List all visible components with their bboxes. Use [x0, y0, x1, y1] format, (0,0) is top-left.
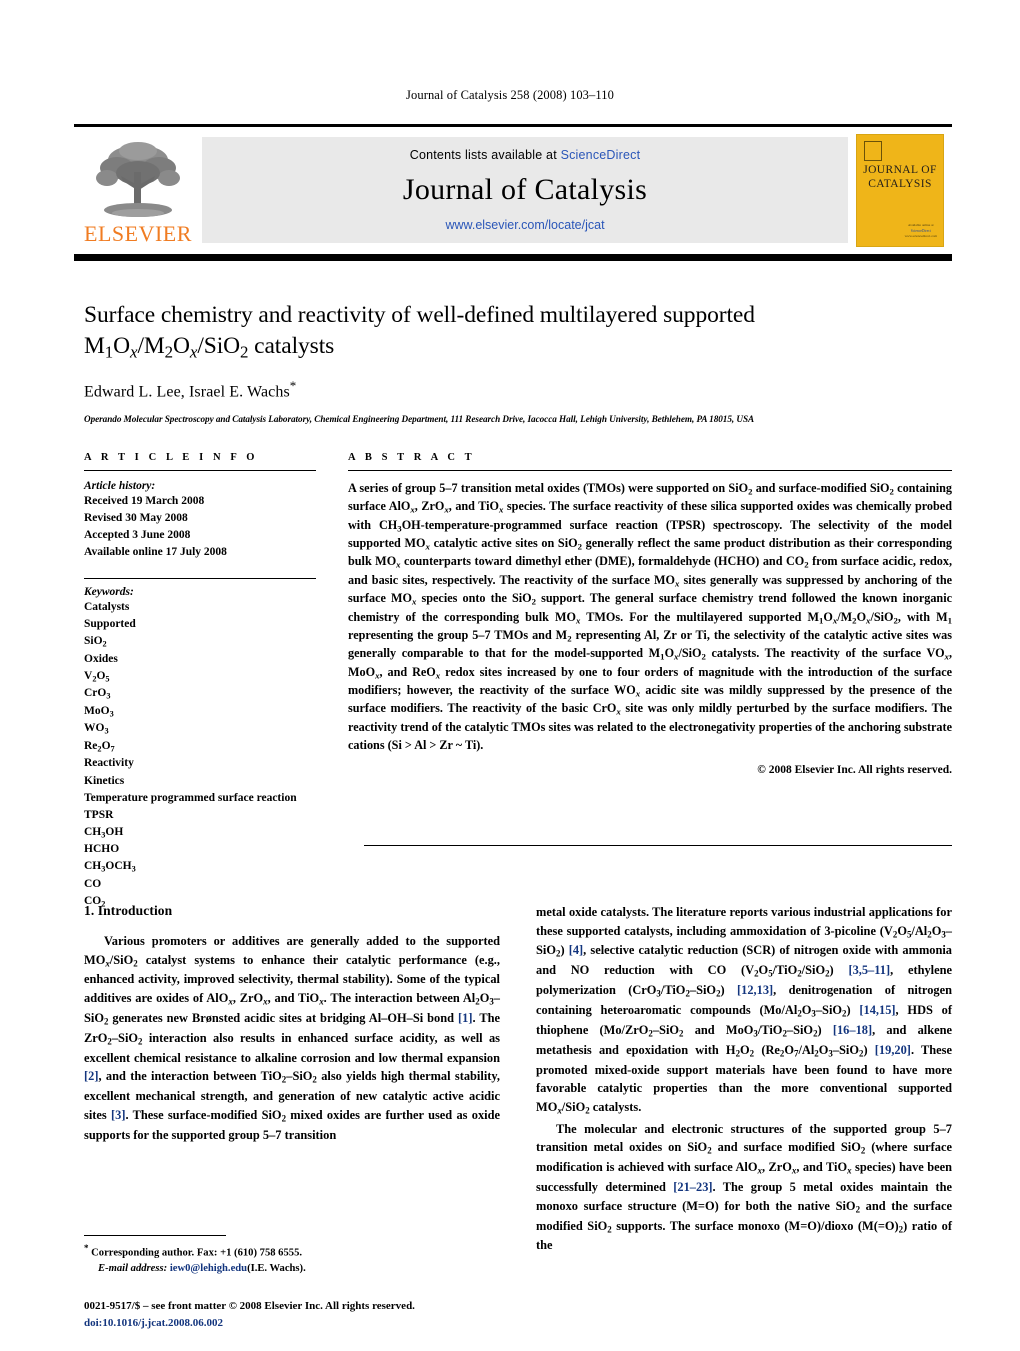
- citation-ref: [21–23]: [673, 1180, 713, 1195]
- keyword-item: Re2O7: [84, 739, 115, 754]
- email-label: E-mail address:: [98, 1262, 168, 1274]
- corresponding-author-marker: *: [289, 378, 297, 394]
- intro-paragraph-right-1: metal oxide catalysts. The literature re…: [536, 905, 953, 1116]
- keyword-item: Reactivity: [84, 757, 134, 770]
- issn-line: 0021-9517/$ – see front matter © 2008 El…: [84, 1300, 415, 1312]
- keyword-item: MoO3: [84, 704, 114, 719]
- abstract-text: A series of group 5–7 transition metal o…: [348, 481, 953, 752]
- journal-article-page: Journal of Catalysis 258 (2008) 103–110: [0, 0, 1020, 1351]
- keyword-item: Kinetics: [84, 774, 125, 787]
- body-right-column: metal oxide catalysts. The literature re…: [536, 903, 952, 1257]
- abstract-column: A B S T R A C T A series of group 5–7 tr…: [348, 452, 952, 910]
- email-note: E-mail address: iew0@lehigh.edu(I.E. Wac…: [84, 1261, 500, 1276]
- affiliation: Operando Molecular Spectroscopy and Cata…: [84, 414, 755, 425]
- contents-prefix: Contents lists available at: [409, 148, 557, 162]
- article-info-rule: [84, 470, 316, 471]
- keyword-item: Catalysts: [84, 601, 130, 614]
- cover-title-line1: JOURNAL OF: [863, 164, 937, 176]
- intro-paragraph-right-2: The molecular and electronic structures …: [536, 1121, 952, 1253]
- intro-paragraph-left: Various promoters or additives are gener…: [84, 934, 500, 1142]
- history-received: Received 19 March 2008: [84, 495, 205, 507]
- article-title-line1: Surface chemistry and reactivity of well…: [84, 302, 755, 328]
- article-info-label: A R T I C L E I N F O: [84, 452, 259, 463]
- cover-image: JOURNAL OF CATALYSIS Available online at…: [856, 134, 944, 247]
- citation-ref: [19,20]: [874, 1042, 911, 1057]
- title-block: Surface chemistry and reactivity of well…: [84, 300, 944, 424]
- cover-elsevier-tree-icon: [864, 141, 882, 161]
- keyword-item: WO3: [84, 722, 109, 736]
- section-heading-introduction: 1. Introduction: [84, 903, 173, 918]
- citation-ref: [1]: [458, 1010, 473, 1025]
- keyword-item: TPSR: [84, 808, 114, 821]
- keyword-item: V2O5: [84, 669, 110, 683]
- keywords-title: Keywords:: [84, 586, 134, 599]
- citation-ref: [2]: [84, 1069, 99, 1084]
- keyword-item: CH3OCH3: [84, 860, 136, 874]
- keyword-item: Supported: [84, 618, 136, 631]
- citation-ref: [12,13]: [737, 983, 774, 998]
- citation-ref: [3]: [111, 1107, 126, 1122]
- author-list: Edward L. Lee, Israel E. Wachs*: [84, 378, 944, 401]
- doi-line: doi:10.1016/j.jcat.2008.06.002: [84, 1316, 224, 1329]
- journal-cover-thumbnail: JOURNAL OF CATALYSIS Available online at…: [848, 127, 952, 254]
- sciencedirect-link[interactable]: ScienceDirect: [561, 148, 641, 162]
- abstract-copyright: © 2008 Elsevier Inc. All rights reserved…: [757, 763, 952, 776]
- email-owner: (I.E. Wachs).: [247, 1262, 306, 1274]
- citation-ref: [4]: [568, 943, 584, 958]
- journal-title: Journal of Catalysis: [402, 173, 648, 206]
- elsevier-tree-icon: [96, 142, 180, 217]
- contents-available-line: Contents lists available at ScienceDirec…: [410, 148, 641, 162]
- journal-masthead: ELSEVIER Contents lists available at Sci…: [74, 124, 952, 261]
- info-abstract-wrapper: A R T I C L E I N F O Article history: R…: [84, 452, 952, 910]
- citation-ref: [14,15]: [859, 1003, 896, 1018]
- history-revised: Revised 30 May 2008: [84, 512, 188, 525]
- article-title: Surface chemistry and reactivity of well…: [84, 300, 944, 364]
- abstract-label: A B S T R A C T: [348, 452, 476, 463]
- cover-footer: Available online at ScienceDirect www.sc…: [905, 223, 937, 239]
- keywords-rule: [84, 578, 316, 580]
- article-info-column: A R T I C L E I N F O Article history: R…: [84, 452, 316, 910]
- keyword-item: CO: [84, 877, 102, 890]
- footnote-marker: *: [84, 1243, 89, 1253]
- body-columns: 1. Introduction Various promoters or add…: [84, 903, 952, 1257]
- keyword-item: Temperature programmed surface reaction: [84, 791, 297, 804]
- journal-band: Contents lists available at ScienceDirec…: [202, 137, 848, 243]
- cover-footer-line3: www.sciencedirect.com: [904, 233, 937, 238]
- citation-ref: [16–18]: [832, 1022, 873, 1037]
- cover-title: JOURNAL OF CATALYSIS: [857, 163, 943, 192]
- keyword-item: CH3OH: [84, 825, 124, 839]
- abstract-rule: [348, 470, 952, 471]
- cover-title-line2: CATALYSIS: [868, 178, 932, 191]
- elsevier-wordmark: ELSEVIER: [84, 221, 192, 246]
- keyword-item: HCHO: [84, 843, 120, 856]
- authors-names: Edward L. Lee, Israel E. Wachs: [84, 383, 290, 401]
- email-link[interactable]: iew0@lehigh.edu: [170, 1263, 247, 1274]
- footnote-block: * Corresponding author. Fax: +1 (610) 75…: [84, 1235, 500, 1276]
- cover-footer-line1: Available online at: [908, 223, 934, 228]
- citation-ref: [3,5–11]: [848, 963, 891, 978]
- history-accepted: Accepted 3 June 2008: [84, 529, 191, 542]
- running-head: Journal of Catalysis 258 (2008) 103–110: [406, 88, 614, 102]
- imprint-block: 0021-9517/$ – see front matter © 2008 El…: [84, 1298, 544, 1331]
- journal-homepage-link[interactable]: www.elsevier.com/locate/jcat: [445, 218, 604, 232]
- article-title-line2: M1Ox/M2Ox/SiO2 catalysts: [84, 333, 335, 362]
- abstract-bottom-rule: [364, 845, 952, 846]
- keyword-item: SiO2: [84, 635, 107, 649]
- body-left-column: 1. Introduction Various promoters or add…: [84, 903, 500, 1257]
- history-available-online: Available online 17 July 2008: [84, 546, 227, 559]
- corresponding-author-note: * Corresponding author. Fax: +1 (610) 75…: [84, 1242, 500, 1261]
- corresponding-author-text: Corresponding author. Fax: +1 (610) 758 …: [91, 1247, 303, 1259]
- keyword-item: Oxides: [84, 652, 118, 665]
- keywords-block: Keywords: Catalysts Supported SiO2 Oxide…: [84, 578, 316, 910]
- footnote-rule: [84, 1235, 226, 1236]
- elsevier-logo: ELSEVIER: [74, 127, 202, 254]
- keyword-item: CrO3: [84, 687, 111, 701]
- article-history-title: Article history:: [84, 480, 156, 492]
